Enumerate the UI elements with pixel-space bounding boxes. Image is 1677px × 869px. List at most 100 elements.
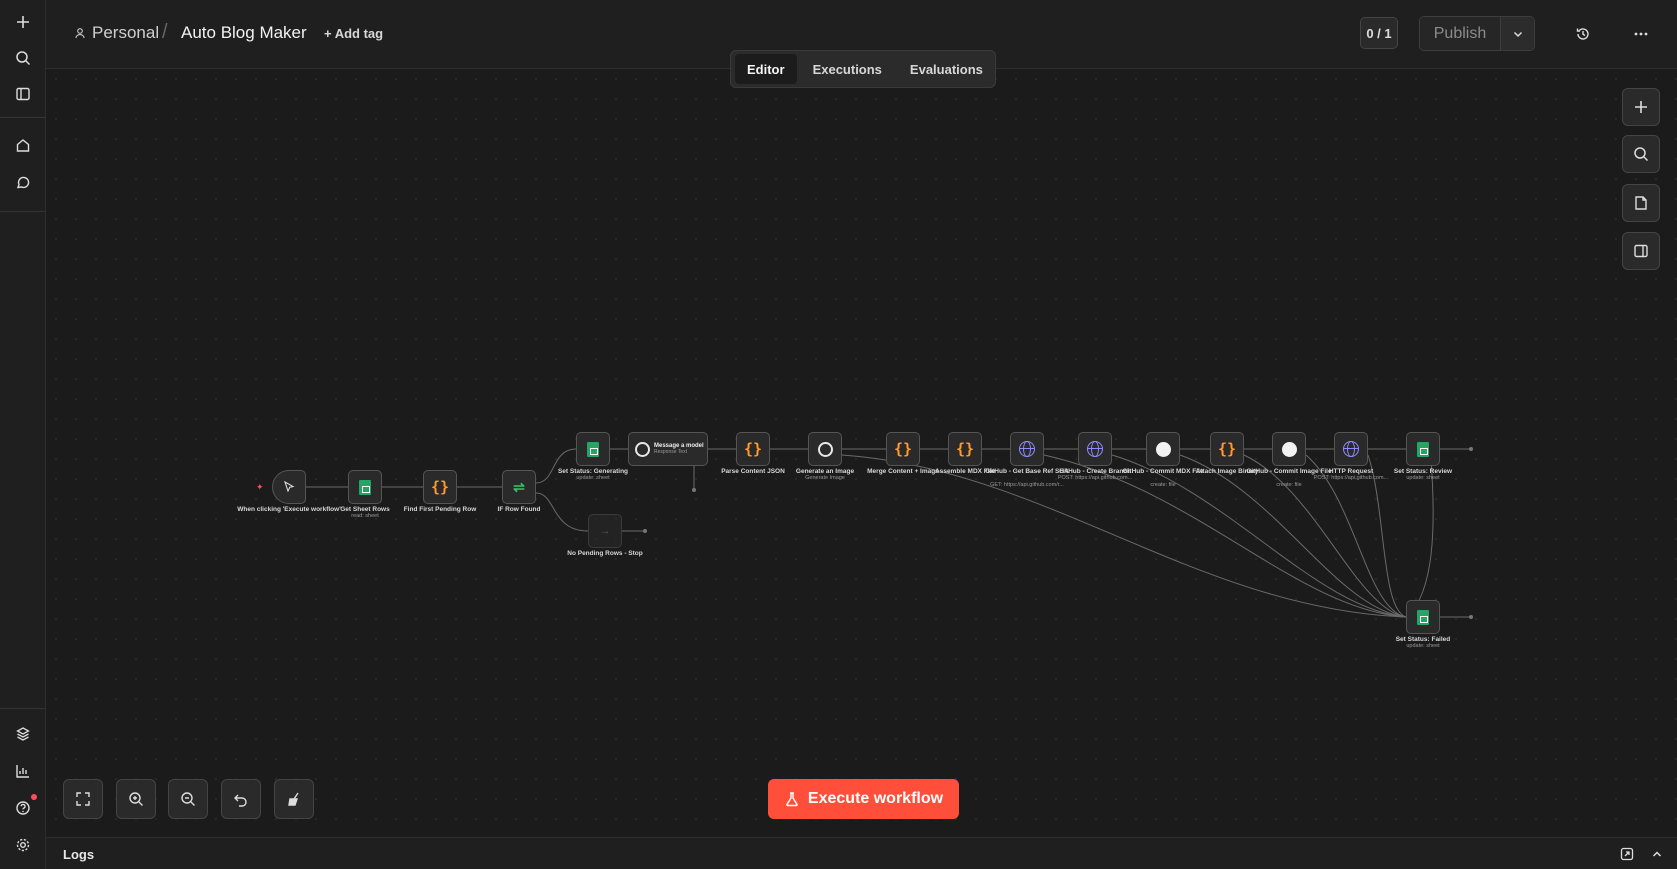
zoom-out-button[interactable] bbox=[168, 779, 208, 819]
add-tag-button[interactable]: + Add tag bbox=[324, 26, 383, 41]
popout-icon[interactable] bbox=[1618, 845, 1636, 863]
node-set-status-generating[interactable] bbox=[576, 432, 610, 466]
sticky-note-button[interactable] bbox=[1622, 184, 1660, 222]
node-github-create-branch[interactable] bbox=[1078, 432, 1112, 466]
search-nodes-button[interactable] bbox=[1622, 135, 1660, 173]
fit-view-button[interactable] bbox=[63, 779, 103, 819]
divider bbox=[0, 211, 46, 212]
undo-button[interactable] bbox=[221, 779, 261, 819]
code-braces-icon: {} bbox=[743, 440, 763, 458]
node-subtitle: GET: https://api.github.com/r... bbox=[990, 482, 1064, 488]
if-branch-icon: ⇌ bbox=[513, 478, 525, 495]
node-generate-an-image[interactable] bbox=[808, 432, 842, 466]
divider bbox=[0, 117, 46, 118]
node-find-first-pending[interactable]: {} bbox=[423, 470, 457, 504]
tab-evaluations[interactable]: Evaluations bbox=[898, 54, 995, 84]
node-merge-content-image[interactable]: {} bbox=[886, 432, 920, 466]
add-node-button[interactable] bbox=[1622, 88, 1660, 126]
google-sheets-icon bbox=[1417, 441, 1429, 457]
node-github-commit-image[interactable] bbox=[1272, 432, 1306, 466]
divider bbox=[0, 708, 46, 709]
home-icon[interactable] bbox=[9, 131, 37, 159]
globe-http-icon bbox=[1343, 441, 1359, 457]
node-subtitle: POST: https://api.github.com... bbox=[1057, 475, 1133, 481]
left-sidebar bbox=[0, 0, 46, 869]
execute-workflow-button[interactable]: Execute workflow bbox=[768, 779, 959, 819]
node-manual-trigger[interactable] bbox=[272, 470, 306, 504]
arrow-right-icon: → bbox=[599, 525, 611, 537]
node-set-status-failed[interactable] bbox=[1406, 600, 1440, 634]
node-get-sheet-rows[interactable] bbox=[348, 470, 382, 504]
github-icon bbox=[1281, 441, 1297, 457]
flask-icon bbox=[786, 792, 798, 807]
node-subtitle: Response Text bbox=[654, 448, 687, 455]
globe-http-icon bbox=[1087, 441, 1103, 457]
node-if-row-found[interactable]: ⇌ bbox=[502, 470, 536, 504]
undo-icon bbox=[234, 794, 247, 807]
node-subtitle: create: file bbox=[1276, 482, 1302, 488]
code-braces-icon: {} bbox=[430, 478, 450, 496]
search-icon bbox=[1634, 147, 1649, 162]
node-assemble-mdx-file[interactable]: {} bbox=[948, 432, 982, 466]
publish-dropdown-button[interactable] bbox=[1500, 17, 1534, 50]
zoom-out-icon bbox=[181, 792, 195, 806]
node-github-get-base-ref[interactable] bbox=[1010, 432, 1044, 466]
templates-icon[interactable] bbox=[9, 720, 37, 748]
active-counter-badge[interactable]: 0 / 1 bbox=[1360, 17, 1398, 49]
code-braces-icon: {} bbox=[1217, 440, 1237, 458]
breadcrumb-project[interactable]: Personal bbox=[74, 23, 159, 43]
globe-http-icon bbox=[1019, 441, 1035, 457]
node-label: No Pending Rows - Stop bbox=[567, 550, 643, 557]
node-no-pending-stop[interactable]: → bbox=[588, 514, 622, 548]
zoom-in-button[interactable] bbox=[116, 779, 156, 819]
code-braces-icon: {} bbox=[955, 440, 975, 458]
tab-executions[interactable]: Executions bbox=[801, 54, 894, 84]
google-sheets-icon bbox=[359, 479, 371, 495]
user-icon bbox=[75, 28, 85, 39]
sticky-note-icon bbox=[1635, 196, 1647, 210]
node-subtitle: update: sheet bbox=[1406, 643, 1440, 649]
breadcrumb-separator: / bbox=[162, 21, 168, 43]
cursor-pointer-icon bbox=[284, 480, 295, 493]
workflow-name[interactable]: Auto Blog Maker bbox=[181, 23, 307, 43]
node-subtitle: update: sheet bbox=[576, 475, 610, 481]
node-github-commit-mdx[interactable] bbox=[1146, 432, 1180, 466]
node-attach-image-binary[interactable]: {} bbox=[1210, 432, 1244, 466]
chevron-down-icon bbox=[1513, 31, 1522, 37]
tab-editor[interactable]: Editor bbox=[735, 54, 797, 84]
insights-icon[interactable] bbox=[9, 757, 37, 785]
node-subtitle: update: sheet bbox=[1406, 475, 1440, 481]
broom-icon bbox=[288, 792, 299, 806]
node-parse-content-json[interactable]: {} bbox=[736, 432, 770, 466]
search-icon[interactable] bbox=[9, 44, 37, 72]
logs-panel-bar[interactable]: Logs bbox=[46, 837, 1677, 869]
add-icon[interactable] bbox=[9, 8, 37, 36]
node-set-status-review[interactable] bbox=[1406, 432, 1440, 466]
execute-workflow-label: Execute workflow bbox=[807, 790, 944, 807]
more-options-icon[interactable] bbox=[1628, 21, 1654, 47]
logs-label: Logs bbox=[63, 847, 95, 862]
maximize-icon bbox=[76, 792, 90, 806]
tidy-up-button[interactable] bbox=[274, 779, 314, 819]
view-tabs: Editor Executions Evaluations bbox=[730, 50, 996, 88]
publish-button[interactable]: Publish bbox=[1420, 17, 1500, 50]
openai-icon bbox=[817, 441, 833, 457]
node-message-a-model[interactable]: Message a model Response Text bbox=[628, 432, 708, 466]
zoom-in-icon bbox=[129, 792, 143, 806]
google-sheets-icon bbox=[587, 441, 599, 457]
toggle-panel-button[interactable] bbox=[1622, 232, 1660, 270]
project-name: Personal bbox=[92, 23, 160, 42]
node-subtitle: Generate Image bbox=[805, 475, 845, 481]
publish-split-button: Publish bbox=[1419, 16, 1535, 51]
chevron-up-icon[interactable] bbox=[1648, 845, 1666, 863]
panel-toggle-icon[interactable] bbox=[9, 80, 37, 108]
chat-icon[interactable] bbox=[9, 169, 37, 197]
n8n-workflow-editor: Personal / Auto Blog Maker + Add tag 0 /… bbox=[0, 0, 1677, 869]
node-http-request[interactable] bbox=[1334, 432, 1368, 466]
history-icon[interactable] bbox=[1570, 21, 1596, 47]
node-label: IF Row Found bbox=[497, 506, 541, 513]
workflow-canvas[interactable]: ✦ When clicking 'Execute workflow' Get S… bbox=[46, 69, 1677, 837]
plus-icon bbox=[1635, 101, 1647, 113]
settings-gear-icon[interactable] bbox=[9, 831, 37, 859]
node-subtitle: create: file bbox=[1150, 482, 1176, 488]
